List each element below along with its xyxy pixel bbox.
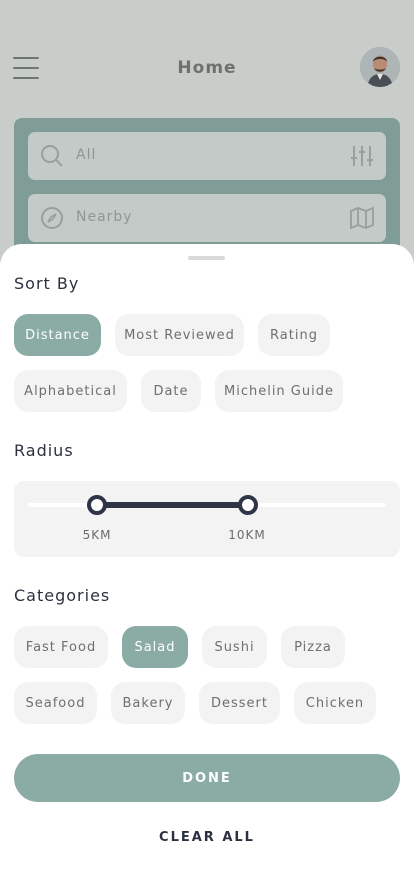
category-chip-sushi[interactable]: Sushi	[202, 626, 267, 668]
sort-chip-alphabetical[interactable]: Alphabetical	[14, 370, 127, 412]
done-button[interactable]: DONE	[14, 754, 400, 802]
sliders-icon[interactable]	[350, 144, 374, 168]
search-input[interactable]: All	[28, 132, 386, 180]
radius-slider: 5KM 10KM	[14, 481, 400, 557]
slider-range-fill	[97, 502, 247, 508]
sort-chip-michelin-guide[interactable]: Michelin Guide	[215, 370, 343, 412]
search-placeholder: All	[76, 147, 97, 163]
sort-chip-rating[interactable]: Rating	[258, 314, 330, 356]
sort-chip-distance[interactable]: Distance	[14, 314, 101, 356]
sort-chip-date[interactable]: Date	[141, 370, 201, 412]
sort-by-title: Sort By	[14, 274, 80, 293]
slider-max-label: 10KM	[228, 528, 266, 542]
sort-chip-most-reviewed[interactable]: Most Reviewed	[115, 314, 244, 356]
category-chip-bakery[interactable]: Bakery	[111, 682, 185, 724]
category-chip-chicken[interactable]: Chicken	[294, 682, 376, 724]
clear-all-button[interactable]: CLEAR ALL	[0, 830, 414, 845]
slider-min-thumb[interactable]	[87, 495, 107, 515]
category-chip-dessert[interactable]: Dessert	[199, 682, 280, 724]
avatar[interactable]	[360, 47, 400, 87]
slider-max-thumb[interactable]	[238, 495, 258, 515]
category-chip-fast-food[interactable]: Fast Food	[14, 626, 108, 668]
category-chip-pizza[interactable]: Pizza	[281, 626, 345, 668]
category-chip-seafood[interactable]: Seafood	[14, 682, 97, 724]
map-icon[interactable]	[350, 206, 374, 230]
location-placeholder: Nearby	[76, 209, 133, 225]
slider-min-label: 5KM	[82, 528, 112, 542]
radius-title: Radius	[14, 441, 74, 460]
sheet-grabber[interactable]	[188, 256, 225, 260]
location-input[interactable]: Nearby	[28, 194, 386, 242]
top-bar: Home	[0, 40, 414, 96]
category-chip-salad[interactable]: Salad	[122, 626, 188, 668]
categories-title: Categories	[14, 586, 111, 605]
search-icon	[41, 145, 63, 167]
filter-bottom-sheet: Sort By Distance Most Reviewed Rating Al…	[0, 244, 414, 896]
compass-icon	[41, 207, 63, 229]
page-title: Home	[177, 58, 237, 78]
